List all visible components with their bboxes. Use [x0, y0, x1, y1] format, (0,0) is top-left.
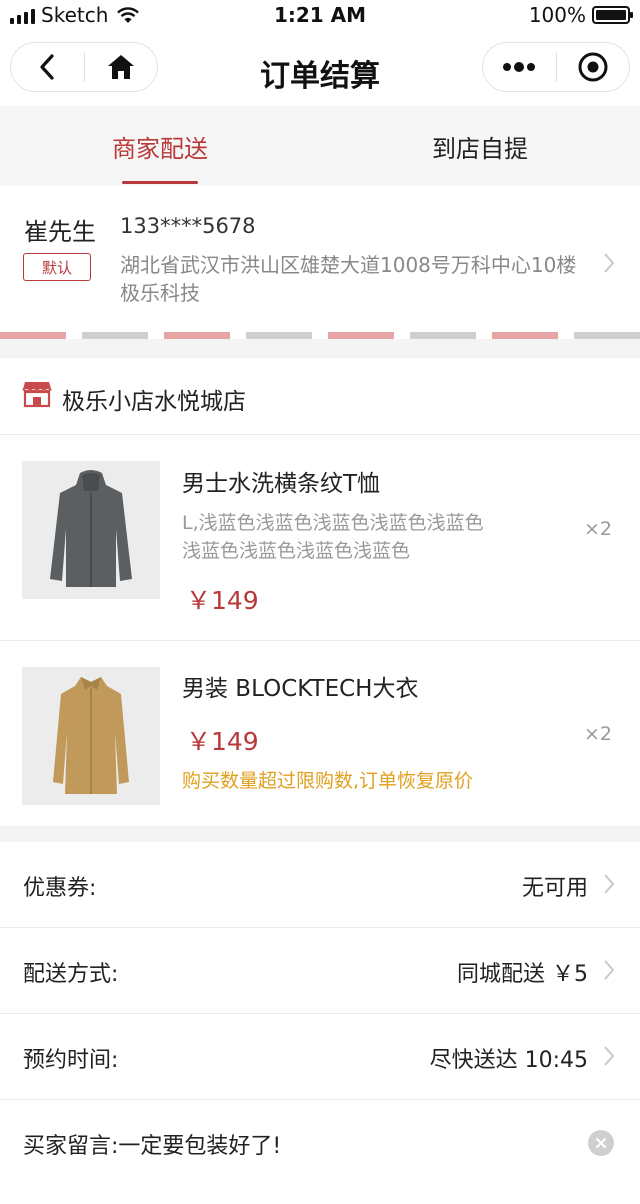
buyer-message-value: 一定要包装好了!: [118, 1134, 282, 1159]
product-price: ￥149: [186, 727, 259, 756]
tab-store-pickup[interactable]: 到店自提: [320, 106, 640, 186]
schedule-time-label: 预约时间:: [23, 1048, 119, 1073]
clear-message-button[interactable]: [588, 1130, 614, 1156]
recipient-phone: 133****5678: [120, 214, 256, 238]
product-image-beige-coat: [22, 667, 160, 805]
shop-section: 极乐小店水悦城店 男士水洗横条纹T恤 L,浅蓝色浅蓝色浅蓝色浅蓝色浅蓝色浅蓝色浅…: [0, 358, 640, 826]
chevron-right-icon: [604, 1046, 615, 1066]
cart-item[interactable]: 男装 BLOCKTECH大衣 ￥149 ×2 购买数量超过限购数,订单恢复原价: [0, 641, 640, 826]
order-checkout-page: Sketch 1:21 AM 100% 订单结算 商家配送 到店自提 崔先生 默…: [0, 0, 640, 1204]
close-button[interactable]: [557, 43, 630, 91]
product-spec: L,浅蓝色浅蓝色浅蓝色浅蓝色浅蓝色浅蓝色浅蓝色浅蓝色浅蓝色: [182, 512, 484, 562]
product-name: 男装 BLOCKTECH大衣: [182, 676, 419, 702]
coupon-row[interactable]: 优惠券: 无可用: [0, 842, 640, 928]
delivery-method-label: 配送方式:: [23, 962, 119, 987]
address-envelope-stripe: [0, 332, 640, 339]
cart-item[interactable]: 男士水洗横条纹T恤 L,浅蓝色浅蓝色浅蓝色浅蓝色浅蓝色浅蓝色浅蓝色浅蓝色浅蓝色 …: [0, 435, 640, 641]
coat-image: [50, 470, 132, 587]
order-options: 优惠券: 无可用 配送方式: 同城配送 ￥5 预约时间: 尽快送达 10:45 …: [0, 842, 640, 1204]
coat-image: [53, 677, 129, 794]
chevron-right-icon: [604, 253, 615, 273]
schedule-time-row[interactable]: 预约时间: 尽快送达 10:45: [0, 1014, 640, 1100]
delivery-method-row[interactable]: 配送方式: 同城配送 ￥5: [0, 928, 640, 1014]
address-card[interactable]: 崔先生 默认 133****5678 湖北省武汉市洪山区雄楚大道1008号万科中…: [0, 186, 640, 332]
close-target-icon: [578, 52, 608, 82]
buyer-message-field[interactable]: 买家留言:一定要包装好了!: [23, 1128, 281, 1160]
more-icon: [503, 62, 536, 72]
default-badge: 默认: [23, 253, 91, 281]
status-bar: Sketch 1:21 AM 100%: [0, 0, 640, 34]
coupon-value: 无可用: [521, 876, 588, 901]
buyer-message-label: 买家留言:: [23, 1134, 119, 1159]
shop-name: 极乐小店水悦城店: [62, 389, 246, 415]
delivery-method-value: 同城配送 ￥5: [457, 962, 588, 987]
product-price: ￥149: [186, 586, 259, 615]
buyer-message-row[interactable]: 买家留言:一定要包装好了!: [0, 1100, 640, 1186]
tab-merchant-delivery[interactable]: 商家配送: [0, 106, 320, 186]
more-button[interactable]: [483, 43, 556, 91]
chevron-right-icon: [604, 960, 615, 980]
chevron-right-icon: [604, 874, 615, 894]
product-image-gray-coat: [22, 461, 160, 599]
clear-icon: [596, 1138, 606, 1148]
shop-header: 极乐小店水悦城店: [0, 358, 640, 435]
nav-bar: 订单结算: [0, 34, 640, 106]
shop-icon: [22, 382, 52, 408]
nav-right-capsule: [482, 42, 630, 92]
product-name: 男士水洗横条纹T恤: [182, 471, 381, 497]
status-right: 100%: [528, 3, 633, 27]
battery-icon: [592, 6, 633, 24]
address-detail: 湖北省武汉市洪山区雄楚大道1008号万科中心10楼极乐科技: [120, 253, 577, 305]
schedule-time-value: 尽快送达 10:45: [429, 1048, 588, 1073]
product-quantity: ×2: [583, 518, 612, 540]
purchase-limit-warning: 购买数量超过限购数,订单恢复原价: [182, 770, 474, 792]
recipient-name: 崔先生: [24, 218, 96, 246]
coupon-label: 优惠券:: [23, 876, 97, 901]
delivery-tabs: 商家配送 到店自提: [0, 106, 640, 186]
product-quantity: ×2: [583, 723, 612, 745]
battery-percent: 100%: [528, 3, 586, 27]
